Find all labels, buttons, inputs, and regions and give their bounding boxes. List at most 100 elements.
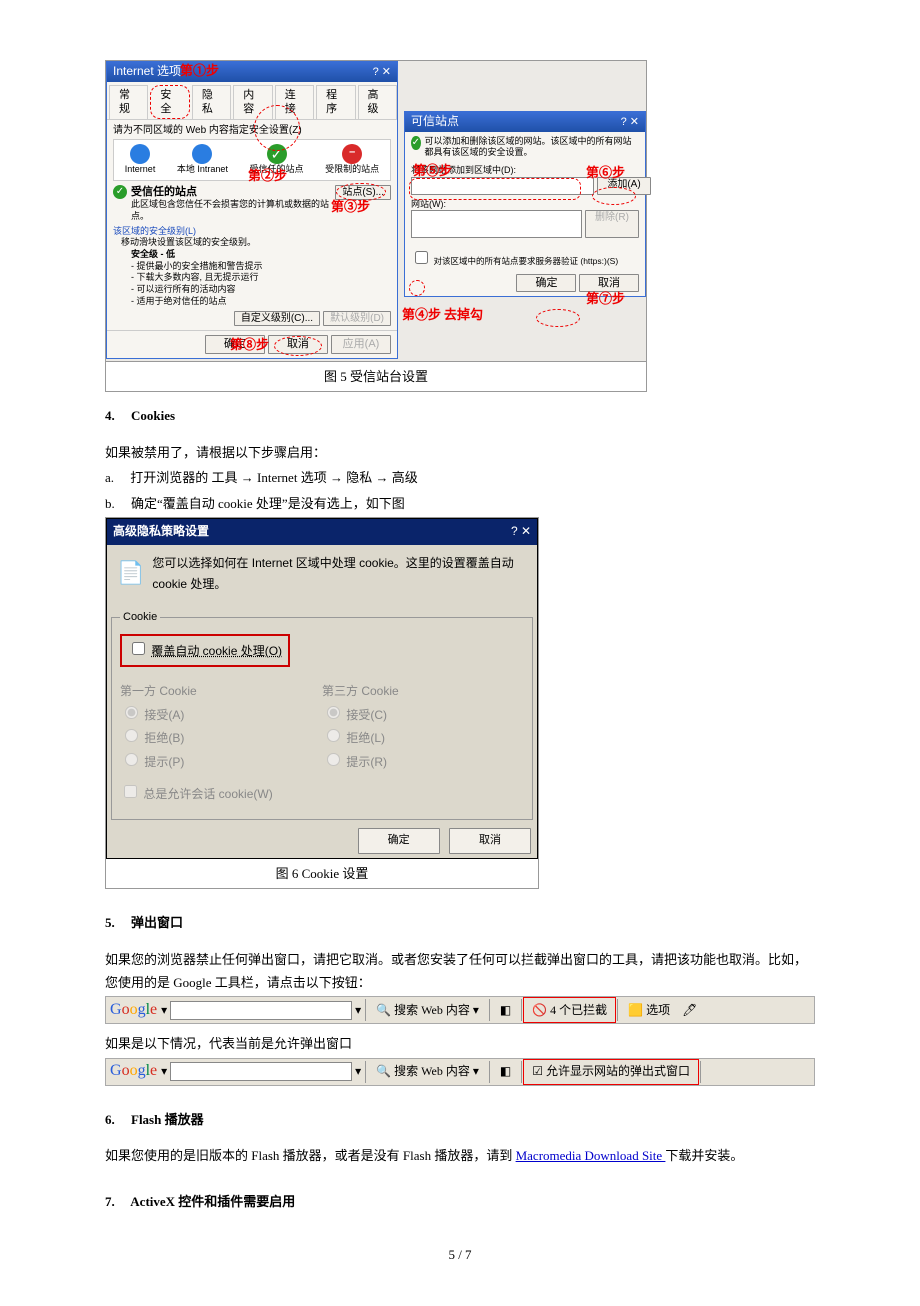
trusted-sites-titlebar: 可信站点 ? ✕ <box>405 112 645 132</box>
check-icon: ✓ <box>411 136 421 150</box>
level-line-2: - 可以运行所有的活动内容 <box>131 284 391 296</box>
dropdown-icon[interactable]: ▾ <box>161 1000 167 1022</box>
search-icon: 🔍 <box>376 1000 391 1022</box>
section-5-title: 5. 弹出窗口 <box>105 911 815 934</box>
popup-allowed-button[interactable]: ☑允许显示网站的弹出式窗口 <box>526 1061 696 1083</box>
window-buttons[interactable]: ? ✕ <box>621 115 639 129</box>
window-buttons[interactable]: ? ✕ <box>373 65 391 79</box>
toolbar-search-input[interactable] <box>170 1062 352 1081</box>
tab-connections[interactable]: 连接 <box>275 85 314 120</box>
https-label: 对该区域中的所有站点要求服务器验证 (https:)(S) <box>434 256 619 266</box>
tp-prompt-label: 提示(R) <box>346 755 387 769</box>
dropdown-icon[interactable]: ▾ <box>355 1000 361 1022</box>
fp-prompt-label: 提示(P) <box>144 755 184 769</box>
figure-6-caption: 图 6 Cookie 设置 <box>106 859 538 888</box>
custom-level-button[interactable]: 自定义级别(C)... <box>234 311 320 326</box>
pagerank-icon[interactable]: ◧ <box>494 999 517 1021</box>
window-buttons[interactable]: ? ✕ <box>511 521 531 543</box>
macromedia-link[interactable]: Macromedia Download Site <box>516 1148 666 1163</box>
ts-cancel-button[interactable]: 取消 <box>579 274 639 292</box>
zone-intranet[interactable]: 本地 Intranet <box>177 144 228 176</box>
cookie-policy-icon: 📄 <box>117 553 144 596</box>
override-highlight: 覆盖自动 cookie 处理(O) <box>120 634 290 668</box>
tab-security[interactable]: 安全 <box>150 85 189 120</box>
privacy-dialog: 高级隐私策略设置 ? ✕ 📄 您可以选择如何在 Internet 区域中处理 c… <box>106 518 538 859</box>
fp-reject-label: 拒绝(B) <box>144 731 184 745</box>
search-web-button[interactable]: 🔍搜索 Web 内容 ▾ <box>370 1061 485 1083</box>
level-link[interactable]: 该区域的安全级别(L) <box>113 226 391 238</box>
sec6-p-a: 如果您使用的是旧版本的 Flash 播放器，或者是没有 Flash 播放器，请到 <box>105 1148 516 1163</box>
privacy-ok-button[interactable]: 确定 <box>358 828 440 854</box>
fp-prompt-radio <box>125 753 138 766</box>
restricted-icon: – <box>342 144 362 164</box>
fp-accept-label: 接受(A) <box>144 708 184 722</box>
level-line-0: - 提供最小的安全措施和警告提示 <box>131 261 391 273</box>
sec5-p2: 如果是以下情况，代表当前是允许弹出窗口 <box>105 1032 815 1055</box>
tab-privacy[interactable]: 隐私 <box>192 85 231 120</box>
search-icon: 🔍 <box>376 1061 391 1083</box>
google-toolbar-blocked: Google ▾ ▾ 🔍搜索 Web 内容 ▾ ◧ 🚫4 个已拦截 🟨选项 🖊 <box>105 996 815 1024</box>
io-ok-button[interactable]: 确定 <box>205 335 265 353</box>
add-site-label: 将该网站添加到区域中(D): <box>411 165 639 177</box>
zone-restricted[interactable]: – 受限制的站点 <box>325 144 379 176</box>
page-number: 5 / 7 <box>105 1243 815 1266</box>
privacy-titlebar: 高级隐私策略设置 ? ✕ <box>107 519 537 545</box>
step-4-label: 第④步 <box>402 307 441 324</box>
add-site-input[interactable] <box>411 177 594 195</box>
add-button[interactable]: 添加(A) <box>597 177 651 195</box>
tab-row: 常规 安全 隐私 内容 连接 程序 高级 <box>107 82 397 121</box>
override-checkbox[interactable] <box>132 642 145 655</box>
tp-reject-radio <box>327 729 340 742</box>
popup-allow-icon: ☑ <box>532 1061 543 1083</box>
sec5-p1: 如果您的浏览器禁止任何弹出窗口，请把它取消。或者您安装了任何可以拦截弹出窗口的工… <box>105 948 815 995</box>
dropdown-icon[interactable]: ▾ <box>161 1061 167 1083</box>
https-checkbox[interactable] <box>415 251 428 264</box>
sec6-paragraph: 如果您使用的是旧版本的 Flash 播放器，或者是没有 Flash 播放器，请到… <box>105 1144 815 1167</box>
trusted-desc-body: 此区域包含您信任不会损害您的计算机或数据的站点。 <box>131 199 331 222</box>
zone-internet[interactable]: Internet <box>125 144 156 176</box>
toolbar-search-input[interactable] <box>170 1001 352 1020</box>
options-button[interactable]: 🟨选项 <box>622 999 676 1021</box>
override-label: 覆盖自动 cookie 处理(O) <box>151 644 282 658</box>
io-apply-button: 应用(A) <box>331 335 391 353</box>
internet-options-titlebar: Internet 选项 ? ✕ <box>107 62 397 82</box>
google-brand: Google <box>106 1057 161 1086</box>
level-line-1: - 下载大多数内容, 且无提示运行 <box>131 272 391 284</box>
privacy-title: 高级隐私策略设置 <box>113 521 209 543</box>
ts-ok-button[interactable]: 确定 <box>516 274 576 292</box>
step-7-oval <box>536 309 580 327</box>
dropdown-icon[interactable]: ▾ <box>355 1061 361 1083</box>
privacy-cancel-button[interactable]: 取消 <box>449 828 531 854</box>
tab-programs[interactable]: 程序 <box>316 85 355 120</box>
io-cancel-button[interactable]: 取消 <box>268 335 328 353</box>
internet-options-title: Internet 选项 <box>113 64 181 80</box>
figure-5-caption: 图 5 受信站台设置 <box>105 362 647 392</box>
popup-blocked-button[interactable]: 🚫4 个已拦截 <box>526 999 613 1021</box>
section-4-title: 4. Cookies <box>105 404 815 427</box>
highlight-icon[interactable]: 🖊 <box>676 999 703 1021</box>
pagerank-icon[interactable]: ◧ <box>494 1061 517 1083</box>
tab-advanced[interactable]: 高级 <box>358 85 397 120</box>
check-icon: ✓ <box>113 185 127 199</box>
third-party-header: 第三方 Cookie <box>322 681 524 703</box>
zone-trusted[interactable]: ✓ 受信任的站点 <box>250 144 304 176</box>
step-4b-label: 去掉勾 <box>444 307 483 324</box>
intranet-icon <box>192 144 212 164</box>
trusted-icon: ✓ <box>267 144 287 164</box>
trusted-sites-title: 可信站点 <box>411 114 459 130</box>
slider-hint: 移动滑块设置该区域的安全级别。 <box>121 237 391 249</box>
site-list[interactable] <box>411 210 582 238</box>
first-party-header: 第一方 Cookie <box>120 681 322 703</box>
sec4-line1: 如果被禁用了，请根据以下步骤启用： <box>105 441 815 464</box>
figure-5: Internet 选项 ? ✕ 常规 安全 隐私 内容 连接 程序 高级 请为不… <box>105 60 647 362</box>
tab-content[interactable]: 内容 <box>233 85 272 120</box>
tp-accept-radio <box>327 706 340 719</box>
sec6-p-b: 下载并安装。 <box>665 1148 743 1163</box>
options-icon: 🟨 <box>628 1000 643 1022</box>
sites-button[interactable]: 站点(S)... <box>335 185 391 200</box>
level-title: 安全级 - 低 <box>131 249 175 259</box>
search-web-button[interactable]: 🔍搜索 Web 内容 ▾ <box>370 999 485 1021</box>
globe-icon <box>130 144 150 164</box>
tab-general[interactable]: 常规 <box>109 85 148 120</box>
trusted-dialog-desc: 可以添加和删除该区域的网站。该区域中的所有网站都具有该区域的安全设置。 <box>425 136 639 159</box>
